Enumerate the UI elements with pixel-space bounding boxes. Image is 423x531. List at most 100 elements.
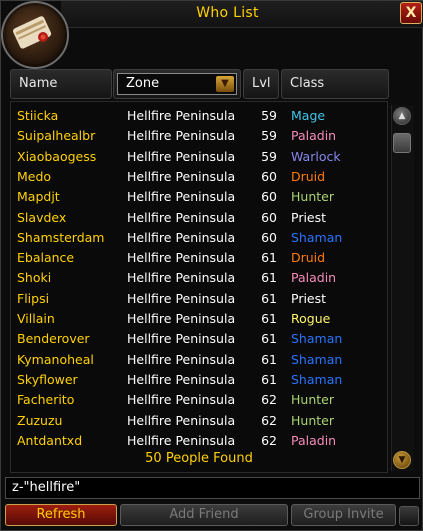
chevron-down-icon[interactable]: ▼ xyxy=(216,76,234,92)
who-results-list: Stiicka Hellfire Peninsula 59 Mage Suipalhea… xyxy=(10,101,388,473)
player-name: Skyflower xyxy=(17,371,78,387)
player-name: Shamsterdam xyxy=(17,229,105,245)
list-item[interactable]: Slavdex Hellfire Peninsula 60 Priest xyxy=(11,207,391,227)
player-name: Antdantxd xyxy=(17,432,83,448)
player-class: Shaman xyxy=(291,229,343,245)
player-class: Paladin xyxy=(291,432,337,448)
player-name: Benderover xyxy=(17,331,90,347)
list-item[interactable]: Ebalance Hellfire Peninsula 61 Druid xyxy=(11,247,391,267)
player-zone: Hellfire Peninsula xyxy=(127,290,236,306)
player-level: 62 xyxy=(261,432,277,448)
player-class: Hunter xyxy=(291,412,334,428)
player-class: Mage xyxy=(291,108,326,123)
player-zone: Hellfire Peninsula xyxy=(127,331,236,347)
player-zone: Hellfire Peninsula xyxy=(127,189,236,205)
player-class: Shaman xyxy=(291,351,343,367)
group-invite-button[interactable]: Group Invite xyxy=(291,504,396,526)
list-item[interactable]: Villain Hellfire Peninsula 61 Rogue xyxy=(11,308,391,328)
player-name: Shoki xyxy=(17,270,52,286)
column-header-class[interactable]: Class xyxy=(281,69,389,99)
resize-grip-icon[interactable] xyxy=(399,506,419,526)
player-level: 59 xyxy=(261,108,277,123)
list-item[interactable]: Shamsterdam Hellfire Peninsula 60 Shaman xyxy=(11,227,391,247)
player-zone: Hellfire Peninsula xyxy=(127,250,236,266)
player-level: 61 xyxy=(261,250,277,266)
player-zone: Hellfire Peninsula xyxy=(127,392,236,408)
player-name: Stiicka xyxy=(17,108,59,123)
player-class: Rogue xyxy=(291,311,331,326)
list-item[interactable]: Stiicka Hellfire Peninsula 59 Mage xyxy=(11,105,391,125)
player-level: 59 xyxy=(261,128,277,144)
scroll-up-arrow-icon[interactable]: ▲ xyxy=(393,107,411,125)
player-name: Zuzuzu xyxy=(17,412,63,428)
player-zone: Hellfire Peninsula xyxy=(127,371,236,387)
list-item[interactable]: Antdantxd Hellfire Peninsula 62 Paladin xyxy=(11,430,391,450)
column-header-level-label: Lvl xyxy=(252,76,271,91)
scrollbar-track[interactable] xyxy=(391,105,414,471)
player-zone: Hellfire Peninsula xyxy=(127,351,236,367)
player-name: Ebalance xyxy=(17,250,75,266)
player-class: Shaman xyxy=(291,331,343,347)
player-level: 61 xyxy=(261,331,277,347)
player-zone: Hellfire Peninsula xyxy=(127,311,236,326)
title-bar[interactable]: Who List X xyxy=(61,1,423,28)
player-level: 60 xyxy=(261,189,277,205)
player-level: 61 xyxy=(261,290,277,306)
window-title: Who List xyxy=(196,5,259,21)
column-header-class-label: Class xyxy=(290,76,325,91)
column-header-level[interactable]: Lvl xyxy=(243,69,279,99)
player-name: Flipsi xyxy=(17,290,50,306)
add-friend-button[interactable]: Add Friend xyxy=(120,504,288,526)
player-name: Xiaobaogess xyxy=(17,148,97,164)
list-item[interactable]: Skyflower Hellfire Peninsula 61 Shaman xyxy=(11,369,391,389)
people-found-count: 50 People Found xyxy=(145,451,253,466)
list-item[interactable]: Suipalhealbr Hellfire Peninsula 59 Paladin xyxy=(11,125,391,145)
list-item[interactable]: Zuzuzu Hellfire Peninsula 62 Hunter xyxy=(11,410,391,430)
player-class: Paladin xyxy=(291,270,337,286)
player-zone: Hellfire Peninsula xyxy=(127,432,236,448)
player-zone: Hellfire Peninsula xyxy=(127,412,236,428)
player-name: Slavdex xyxy=(17,209,67,225)
player-zone: Hellfire Peninsula xyxy=(127,108,236,123)
player-level: 62 xyxy=(261,392,277,408)
list-item[interactable]: Medo Hellfire Peninsula 60 Druid xyxy=(11,166,391,186)
player-level: 61 xyxy=(261,270,277,286)
player-class: Warlock xyxy=(291,148,341,164)
player-class: Hunter xyxy=(291,392,334,408)
scroll-down-arrow-icon[interactable]: ▼ xyxy=(393,451,411,469)
who-list-window: Who List X Name Zone ▼ Lvl Class Stiicka… xyxy=(0,0,423,531)
player-level: 60 xyxy=(261,168,277,184)
player-zone: Hellfire Peninsula xyxy=(127,270,236,286)
player-level: 60 xyxy=(261,209,277,225)
player-level: 61 xyxy=(261,311,277,326)
column-header-name[interactable]: Name xyxy=(10,69,112,99)
player-class: Priest xyxy=(291,290,327,306)
who-command-input[interactable]: z-"hellfire" xyxy=(5,477,420,499)
list-item[interactable]: Flipsi Hellfire Peninsula 61 Priest xyxy=(11,288,391,308)
player-class: Druid xyxy=(291,250,326,266)
player-zone: Hellfire Peninsula xyxy=(127,209,236,225)
player-level: 61 xyxy=(261,371,277,387)
player-level: 61 xyxy=(261,351,277,367)
list-item[interactable]: Xiaobaogess Hellfire Peninsula 59 Warlock xyxy=(11,146,391,166)
player-level: 59 xyxy=(261,148,277,164)
zone-dropdown[interactable]: Zone ▼ xyxy=(117,73,237,95)
player-zone: Hellfire Peninsula xyxy=(127,229,236,245)
close-button[interactable]: X xyxy=(400,2,422,24)
list-item[interactable]: Mapdjt Hellfire Peninsula 60 Hunter xyxy=(11,186,391,206)
player-name: Villain xyxy=(17,311,55,326)
list-item[interactable]: Kymanoheal Hellfire Peninsula 61 Shaman xyxy=(11,349,391,369)
refresh-button[interactable]: Refresh xyxy=(5,504,117,526)
player-zone: Hellfire Peninsula xyxy=(127,128,236,144)
list-item[interactable]: Shoki Hellfire Peninsula 61 Paladin xyxy=(11,267,391,287)
zone-dropdown-value: Zone xyxy=(126,76,160,91)
column-header-name-label: Name xyxy=(19,76,58,91)
player-class: Druid xyxy=(291,168,326,184)
list-item[interactable]: Benderover Hellfire Peninsula 61 Shaman xyxy=(11,328,391,348)
player-class: Paladin xyxy=(291,128,337,144)
scrollbar-thumb[interactable] xyxy=(393,133,411,153)
list-item[interactable]: Facherito Hellfire Peninsula 62 Hunter xyxy=(11,389,391,409)
player-level: 62 xyxy=(261,412,277,428)
player-class: Priest xyxy=(291,209,327,225)
player-zone: Hellfire Peninsula xyxy=(127,148,236,164)
